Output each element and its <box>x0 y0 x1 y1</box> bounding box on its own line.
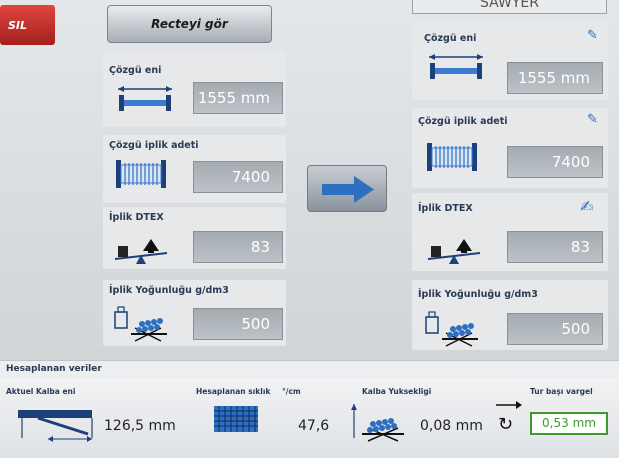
left-yarn-count-value[interactable]: 7400 <box>193 161 283 193</box>
beam-height-value: 0,08 mm <box>420 418 483 434</box>
right-warp-width-value[interactable]: 1555 mm <box>507 62 603 94</box>
machine-title: SAWYER <box>412 0 607 14</box>
left-warp-width-label: Çözgü eni <box>109 65 162 76</box>
right-yarn-count-value[interactable]: 7400 <box>507 146 603 178</box>
left-density-panel: İplik Yoğunluğu g/dm3 500 <box>103 280 286 346</box>
balance-icon <box>114 239 168 264</box>
right-density-value[interactable]: 500 <box>507 313 603 345</box>
calculated-density-label: Hesaplanan sıklık <box>196 387 271 396</box>
view-recipe-button[interactable]: Recteyi gör <box>107 5 272 43</box>
right-dtex-value[interactable]: 83 <box>507 231 603 263</box>
left-warp-width-panel: Çözgü eni 1555 mm <box>103 52 286 127</box>
delete-label: SIL <box>8 18 28 32</box>
left-density-label: İplik Yoğunluğu g/dm3 <box>109 285 229 296</box>
right-warp-width-label: Çözgü eni <box>424 33 477 44</box>
balance-icon <box>427 239 481 264</box>
per-turn-offset-value[interactable]: 0,53 mm <box>530 412 608 435</box>
per-turn-offset-label: Tur başı vargel <box>530 387 593 396</box>
actual-beam-width-value: 126,5 mm <box>104 418 176 434</box>
transfer-button[interactable] <box>307 165 387 212</box>
left-yarn-count-panel: Çözgü iplik adeti 7400 <box>103 135 286 203</box>
fabric-weave-icon <box>214 406 258 432</box>
actual-beam-width-label: Aktuel Kalba eni <box>6 387 76 396</box>
yarn-count-icon <box>116 160 166 188</box>
calculated-title: Hesaplanan veriler <box>6 364 102 374</box>
beam-height-icon <box>351 404 404 442</box>
calculated-header: Hesaplanan veriler <box>0 360 619 379</box>
beam-height-label: Kalba Yuksekligi <box>362 387 432 396</box>
left-dtex-panel: İplik DTEX 83 <box>103 207 286 269</box>
warp-beam-icon <box>429 54 483 79</box>
left-density-value[interactable]: 500 <box>193 308 283 340</box>
screen: SIL Recteyi gör SAWYER Çözgü eni 1555 mm… <box>0 0 619 458</box>
arrow-right-small-icon <box>496 401 522 409</box>
delete-button[interactable]: SIL <box>0 5 55 45</box>
left-dtex-value[interactable]: 83 <box>193 231 283 263</box>
left-warp-width-value[interactable]: 1555 mm <box>193 82 283 114</box>
right-yarn-count-panel: Çözgü iplik adeti ✎ 7400 <box>412 108 608 188</box>
right-dtex-label: İplik DTEX <box>418 203 473 214</box>
right-density-panel: İplik Yoğunluğu g/dm3 500 <box>412 280 608 350</box>
right-warp-width-panel: Çözgü eni ✎ 1555 mm <box>412 20 608 100</box>
left-dtex-label: İplik DTEX <box>109 212 164 223</box>
edit-pencil-icon[interactable]: ✎ <box>587 112 598 127</box>
edit-hand-pencil-icon[interactable]: ✍ <box>580 197 593 216</box>
calculated-panel: Aktuel Kalba eni 126,5 mm Hesaplanan sık… <box>0 378 619 458</box>
beam-width-icon <box>18 410 93 442</box>
right-density-label: İplik Yoğunluğu g/dm3 <box>418 289 538 300</box>
calculated-density-value: 47,6 <box>298 418 330 434</box>
yarn-count-icon <box>427 143 477 171</box>
arrow-right-icon <box>322 176 374 203</box>
yarn-density-icon <box>114 306 167 342</box>
yarn-density-icon <box>425 311 478 347</box>
calculated-density-unit: °/cm <box>282 387 301 396</box>
edit-pencil-icon[interactable]: ✎ <box>587 28 598 43</box>
right-yarn-count-label: Çözgü iplik adeti <box>418 116 508 127</box>
view-recipe-label: Recteyi gör <box>151 17 228 31</box>
left-yarn-count-label: Çözgü iplik adeti <box>109 140 199 151</box>
refresh-icon[interactable]: ↻ <box>498 414 513 435</box>
right-dtex-panel: İplik DTEX ✍ 83 <box>412 193 608 271</box>
warp-beam-icon <box>118 86 172 111</box>
